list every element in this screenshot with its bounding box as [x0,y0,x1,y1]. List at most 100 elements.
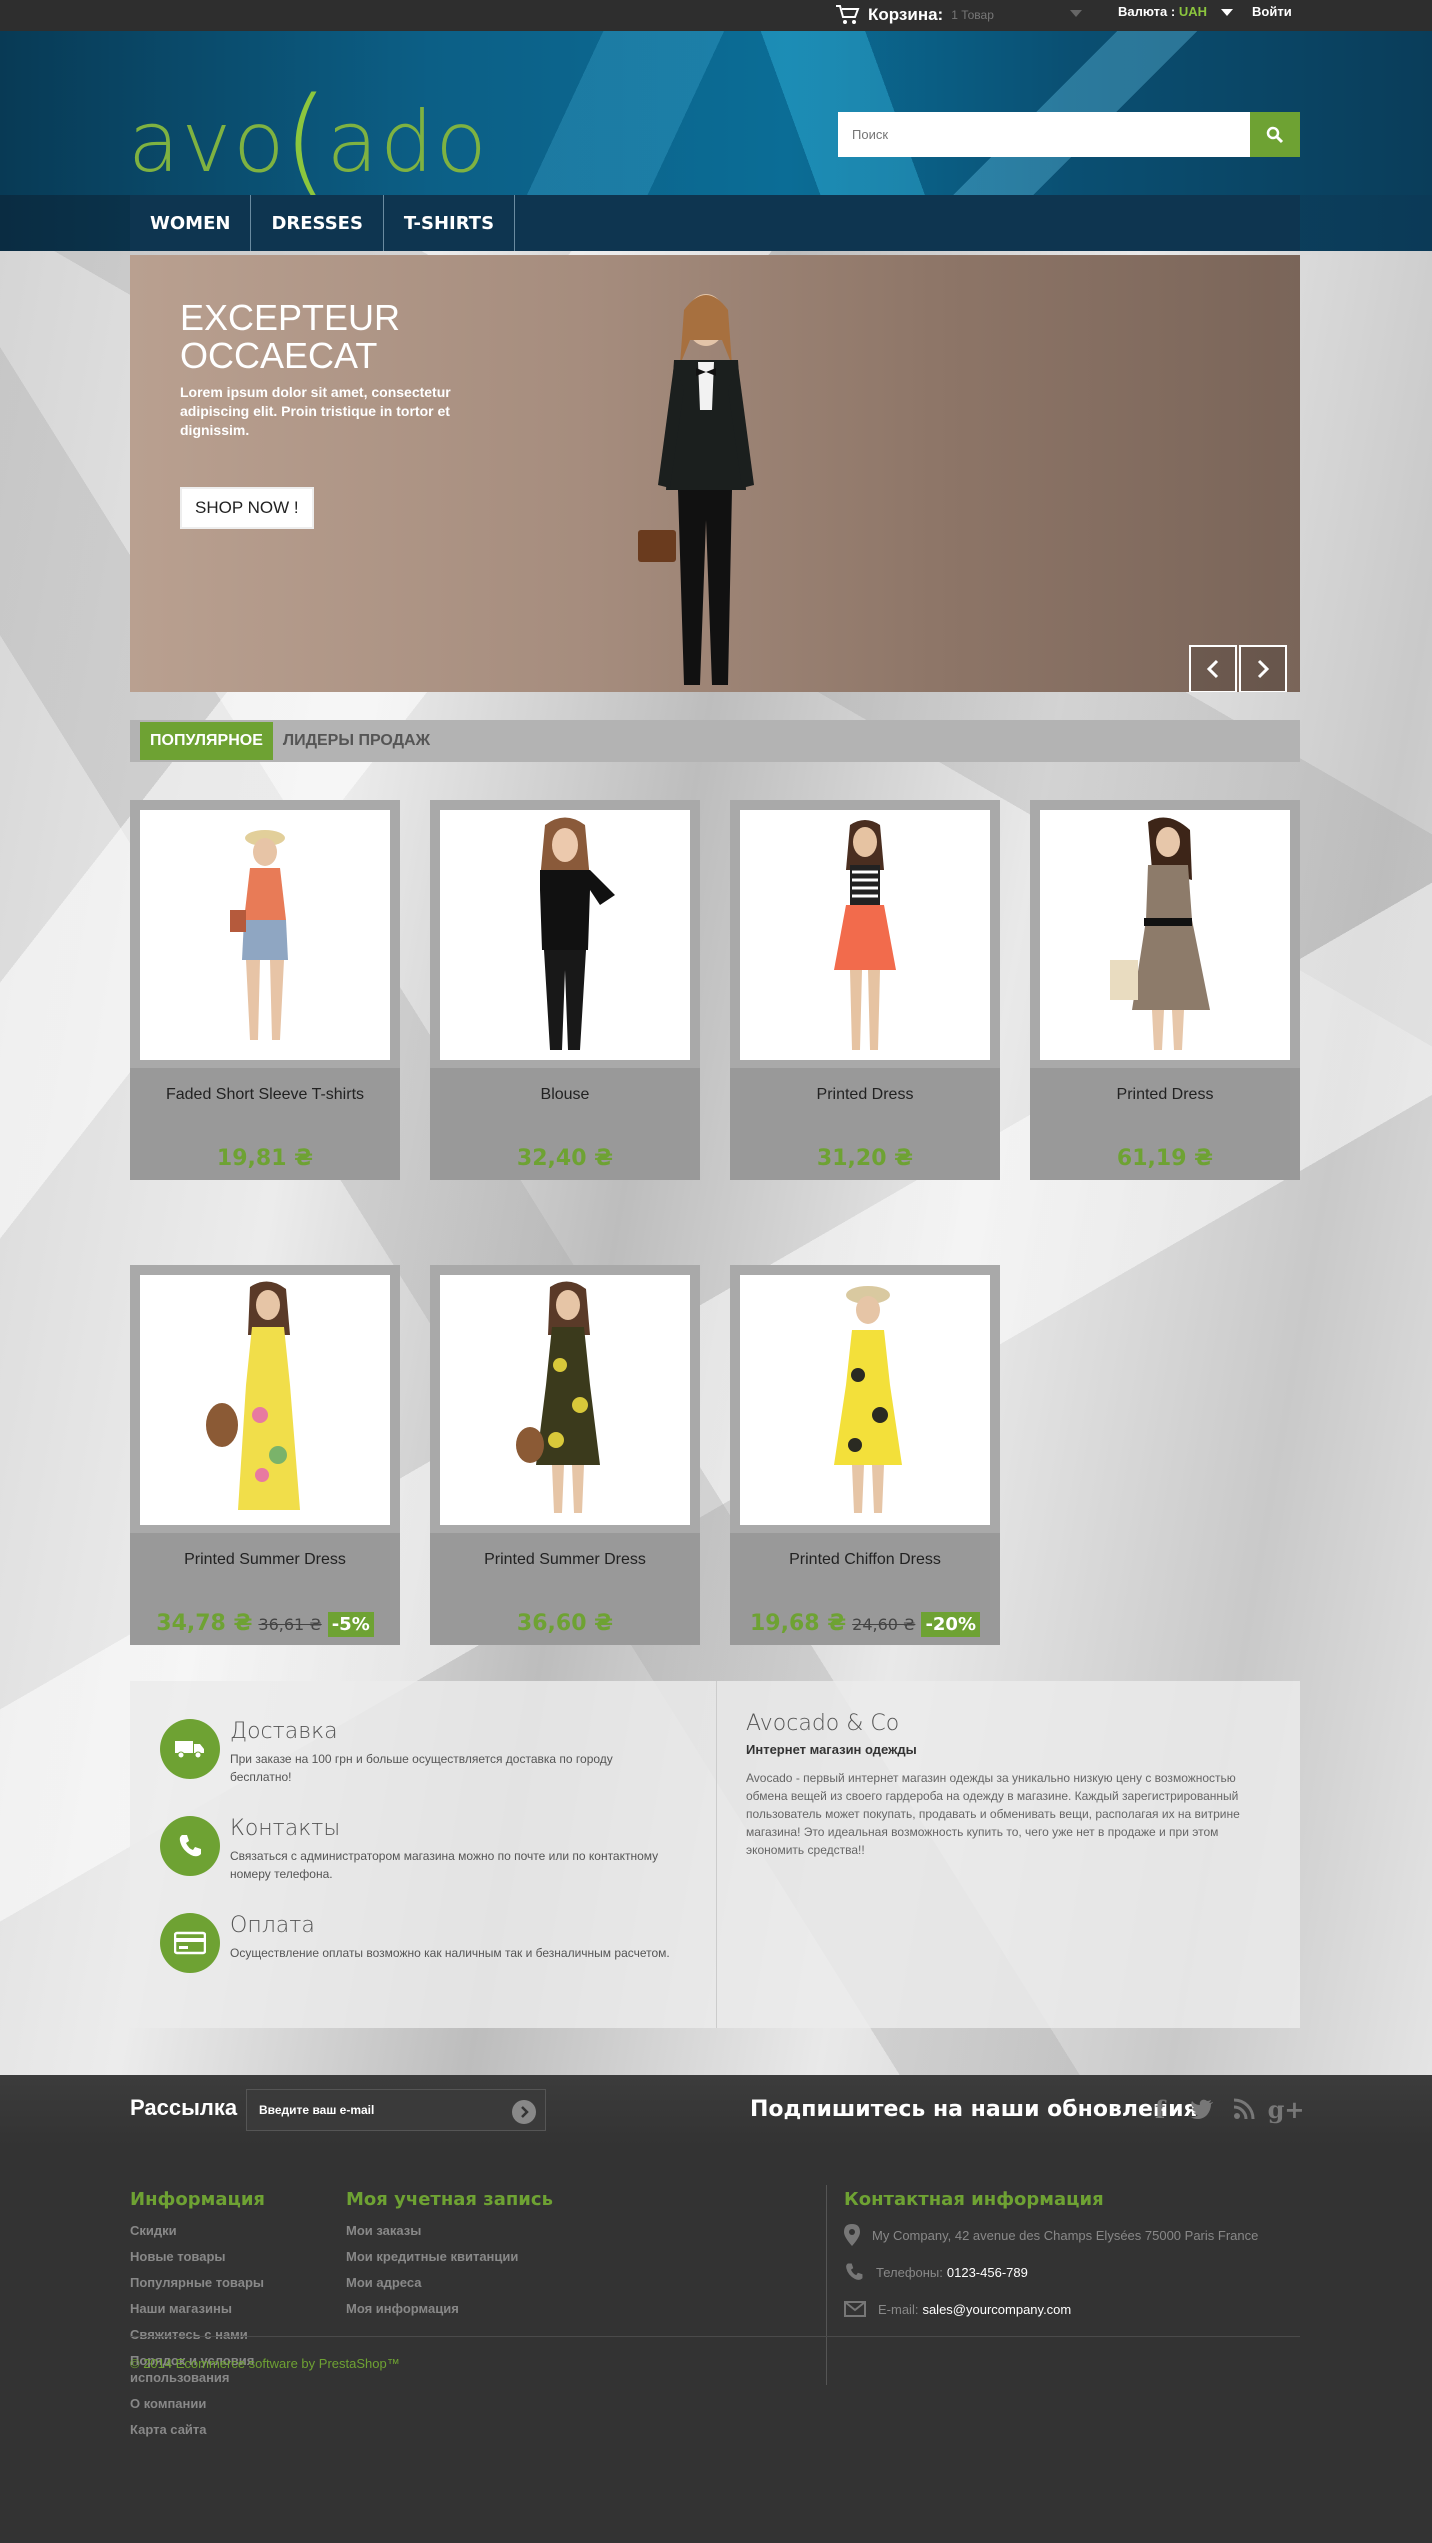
nav-item-women[interactable]: WOMEN [130,195,252,251]
product-info: Printed Summer Dress 34,78 ₴ 36,61 ₴ -5% [130,1533,400,1645]
twitter-icon[interactable] [1190,2095,1214,2123]
product-image[interactable] [140,810,390,1060]
cart-dropdown-icon[interactable] [1070,10,1082,17]
login-link[interactable]: Войти [1252,4,1292,19]
main-nav: WOMEN DRESSES T-SHIRTS [0,195,1432,251]
copyright[interactable]: © 2014 Ecommerce software by PrestaShop™ [130,2356,400,2371]
cart-widget[interactable]: Корзина: 1 Товар [836,3,994,27]
product-card[interactable]: Blouse 32,40 ₴ [430,800,700,1180]
credit-card-icon [160,1913,220,1973]
product-price: 61,19 ₴ [1116,1146,1214,1171]
product-image[interactable] [740,810,990,1060]
currency-selector[interactable]: Валюта : UAH [1118,4,1207,19]
product-card[interactable]: Printed Summer Dress 34,78 ₴ 36,61 ₴ -5% [130,1265,400,1645]
newsletter-submit-button[interactable] [512,2100,536,2124]
currency-label: Валюта : [1118,4,1176,19]
product-name[interactable]: Printed Summer Dress [130,1551,400,1569]
slide-text: Lorem ipsum dolor sit amet, consectetur … [180,384,451,438]
product-name[interactable]: Printed Dress [730,1086,1000,1104]
contact-phone: Телефоны: 0123-456-789 [844,2261,1304,2283]
nav-item-tshirts[interactable]: T-SHIRTS [384,195,516,251]
footer-link[interactable]: Мои кредитные квитанции [346,2248,646,2265]
feature-title: Оплата [230,1913,315,1938]
footer-info-title: Информация [130,2189,265,2210]
footer-link[interactable]: О компании [130,2395,320,2412]
google-plus-icon[interactable]: g+ [1268,2095,1305,2124]
product-card[interactable]: Printed Summer Dress 36,60 ₴ [430,1265,700,1645]
product-name[interactable]: Printed Chiffon Dress [730,1551,1000,1569]
slider-next-button[interactable] [1239,645,1287,692]
product-name[interactable]: Faded Short Sleeve T-shirts [130,1086,400,1104]
footer-contact-column: Контактная информация My Company, 42 ave… [844,2189,1304,2320]
product-price: 31,20 ₴ [816,1146,914,1171]
footer-account-column: Моя учетная запись Мои заказы Мои кредит… [346,2189,646,2326]
search-input[interactable] [838,112,1250,157]
product-image[interactable] [440,810,690,1060]
product-image[interactable] [440,1275,690,1525]
product-image[interactable] [1040,810,1290,1060]
newsletter-email-input[interactable]: Введите ваш e-mail [246,2089,546,2131]
logo[interactable]: avo(ado [128,71,489,199]
product-info: Printed Chiffon Dress 19,68 ₴ 24,60 ₴ -2… [730,1533,1000,1645]
product-name[interactable]: Blouse [430,1086,700,1104]
slide-title: EXCEPTEUR OCCAECAT [180,297,401,376]
footer-link[interactable]: Наши магазины [130,2300,320,2317]
product-name[interactable]: Printed Dress [1030,1086,1300,1104]
currency-dropdown-icon[interactable] [1221,9,1233,16]
footer-link[interactable]: Мои заказы [346,2222,646,2239]
tab-bestsellers[interactable]: ЛИДЕРЫ ПРОДАЖ [273,720,440,762]
product-price: 19,68 ₴ [750,1611,847,1636]
social-links: f g+ [1148,2095,1305,2124]
newsletter-placeholder: Введите ваш e-mail [259,2103,375,2117]
footer-link[interactable]: Скидки [130,2222,320,2239]
currency-value: UAH [1178,4,1207,19]
envelope-icon [844,2301,866,2317]
footer-link[interactable]: Мои адреса [346,2274,646,2291]
tab-popular[interactable]: ПОПУЛЯРНОЕ [140,722,273,760]
product-info: Blouse 32,40 ₴ [430,1068,700,1180]
chevron-right-icon [1257,659,1270,679]
cart-label: Корзина: [868,5,944,24]
slide-model-image [638,294,754,685]
search-button[interactable] [1250,112,1300,157]
product-card[interactable]: Faded Short Sleeve T-shirts 19,81 ₴ [130,800,400,1180]
logo-c: ( [282,71,331,209]
about-title: Avocado & Co [746,1711,900,1736]
discount-badge: -20% [921,1612,980,1637]
logo-text-end: ado [326,93,489,191]
product-info: Faded Short Sleeve T-shirts 19,81 ₴ [130,1068,400,1180]
footer-link[interactable]: Моя информация [346,2300,646,2317]
feature-delivery: Доставка При заказе на 100 грн и больше … [160,1719,700,1799]
cart-count: 1 Товар [951,8,994,22]
feature-contacts: Контакты Связаться с администратором маг… [160,1816,700,1896]
product-image[interactable] [140,1275,390,1525]
newsletter-bar: Рассылка Введите ваш e-mail Подпишитесь … [0,2075,1432,2145]
footer-link[interactable]: Карта сайта [130,2421,320,2438]
shop-now-button[interactable]: SHOP NOW ! [180,487,314,529]
product-card[interactable]: Printed Dress 31,20 ₴ [730,800,1000,1180]
slider-prev-button[interactable] [1189,645,1237,692]
nav-item-dresses[interactable]: DRESSES [251,195,384,251]
contact-email: E-mail: sales@yourcompany.com [844,2298,1304,2320]
contact-address: My Company, 42 avenue des Champs Elysées… [844,2224,1304,2246]
contact-address-text: My Company, 42 avenue des Champs Elysées… [872,2227,1259,2243]
email-value[interactable]: sales@yourcompany.com [922,2302,1071,2317]
footer-link[interactable]: Популярные товары [130,2274,320,2291]
product-old-price: 36,61 ₴ [258,1615,322,1634]
product-image[interactable] [740,1275,990,1525]
product-card[interactable]: Printed Chiffon Dress 19,68 ₴ 24,60 ₴ -2… [730,1265,1000,1645]
search-icon [1266,126,1284,143]
product-tabs: ПОПУЛЯРНОЕ ЛИДЕРЫ ПРОДАЖ [130,720,1300,762]
header: avo(ado [0,31,1432,199]
phone-label: Телефоны: [876,2264,943,2280]
email-label: E-mail: [878,2301,919,2317]
rss-icon[interactable] [1232,2095,1256,2123]
footer-link[interactable]: Свяжитесь с нами [130,2326,320,2343]
product-price: 32,40 ₴ [516,1146,614,1171]
footer-link[interactable]: Новые товары [130,2248,320,2265]
cart-icon [836,5,860,24]
product-info: Printed Dress 61,19 ₴ [1030,1068,1300,1180]
product-name[interactable]: Printed Summer Dress [430,1551,700,1569]
product-card[interactable]: Printed Dress 61,19 ₴ [1030,800,1300,1180]
facebook-icon[interactable]: f [1148,2095,1172,2124]
